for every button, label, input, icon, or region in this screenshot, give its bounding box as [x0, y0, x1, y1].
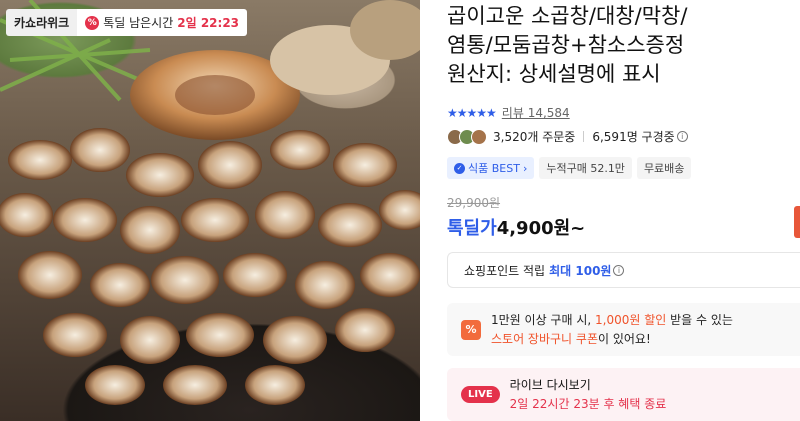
coupon-text-part: 받을 수 있는 [666, 312, 733, 327]
sale-price-row: 톡딜가 4,900원~ [447, 214, 585, 240]
sale-label: 톡딜가 [447, 218, 497, 239]
live-replay-banner[interactable]: LIVE 라이브 다시보기 2일 22시간 23분 후 혜택 종료 [447, 368, 800, 421]
store-coupon-banner[interactable]: % 1만원 이상 구매 시, 1,000원 할인 받을 수 있는 스토어 장바구… [447, 303, 800, 356]
product-info-panel: 곱이고운 소곱창/대창/막창/ 염통/모둠곱창+참소스증정 원산지: 상세설명에… [447, 0, 800, 421]
tag-food-best[interactable]: ✓ 식품 BEST › [447, 157, 535, 179]
sale-price: 4,900원~ [496, 218, 586, 239]
coupon-discount: 1,000원 할인 [595, 312, 667, 327]
coupon-link[interactable]: 스토어 장바구니 쿠폰 [491, 332, 598, 346]
point-label: 쇼핑포인트 적립 [464, 263, 546, 278]
title-line: 곱이고운 소곱창/대창/막창/ [447, 4, 688, 28]
chevron-right-icon: › [522, 161, 528, 175]
point-highlight: 최대 100원 [549, 263, 612, 278]
gopchang-illustration [0, 0, 420, 405]
live-countdown: 2일 22시간 23분 후 혜택 종료 [509, 396, 667, 411]
percent-icon: % [85, 15, 100, 30]
circle-check-icon: ✓ [454, 162, 465, 174]
original-price: 29,900원 [447, 196, 501, 210]
product-image[interactable]: 카쇼라위크 % 톡딜 남은시간 2일 22:23 [0, 0, 420, 421]
title-line: 염통/모둠곱창+참소스증정 [447, 33, 685, 57]
tag-free-shipping: 무료배송 [636, 157, 692, 179]
divider [583, 131, 585, 142]
coupon-text-part: 이 있어요! [598, 331, 651, 346]
star-rating-icon: ★★★★★ [447, 105, 497, 120]
tag-cumulative-purchases: 누적구매 52.1만 [539, 157, 632, 179]
live-title: 라이브 다시보기 [509, 377, 591, 392]
info-icon[interactable]: i [676, 131, 688, 142]
coupon-icon: % [461, 319, 481, 340]
brand-badge: 카쇼라위크 [6, 9, 78, 36]
deal-label: 톡딜 남은시간 [103, 16, 174, 30]
review-link[interactable]: 리뷰 14,584 [502, 104, 570, 121]
deal-timer: % 톡딜 남은시간 2일 22:23 [77, 9, 248, 36]
product-title: 곱이고운 소곱창/대창/막창/ 염통/모둠곱창+참소스증정 원산지: 상세설명에… [447, 2, 800, 89]
shopping-point-box[interactable]: 쇼핑포인트 적립 최대 100원 i [447, 252, 800, 288]
info-icon[interactable]: i [613, 264, 625, 276]
orders-count: 3,520개 주문중 [493, 130, 576, 144]
title-line: 원산지: 상세설명에 표시 [447, 62, 661, 86]
viewers-count: 6,591명 구경중 [592, 130, 675, 144]
deal-badge: 카쇼라위크 % 톡딜 남은시간 2일 22:23 [6, 9, 248, 36]
tag-label: 식품 BEST [468, 162, 520, 175]
coupon-text-part: 1만원 이상 구매 시, [491, 312, 595, 327]
deal-remaining: 2일 22:23 [177, 16, 240, 30]
coupon-line-2: 스토어 장바구니 쿠폰이 있어요! [491, 330, 733, 349]
coupon-text: 1만원 이상 구매 시, 1,000원 할인 받을 수 있는 스토어 장바구니 … [491, 311, 733, 349]
coupon-line-1: 1만원 이상 구매 시, 1,000원 할인 받을 수 있는 [491, 311, 733, 330]
avatar [471, 128, 487, 145]
side-tab[interactable] [794, 206, 800, 238]
product-tags: ✓ 식품 BEST › 누적구매 52.1만 무료배송 [447, 157, 692, 179]
rating-row: ★★★★★ 리뷰 14,584 [447, 104, 570, 121]
activity-stats: 3,520개 주문중 6,591명 구경중 i [447, 128, 688, 145]
live-badge: LIVE [461, 386, 500, 403]
buyer-avatars [447, 128, 487, 145]
live-text: 라이브 다시보기 2일 22시간 23분 후 혜택 종료 [510, 376, 667, 414]
